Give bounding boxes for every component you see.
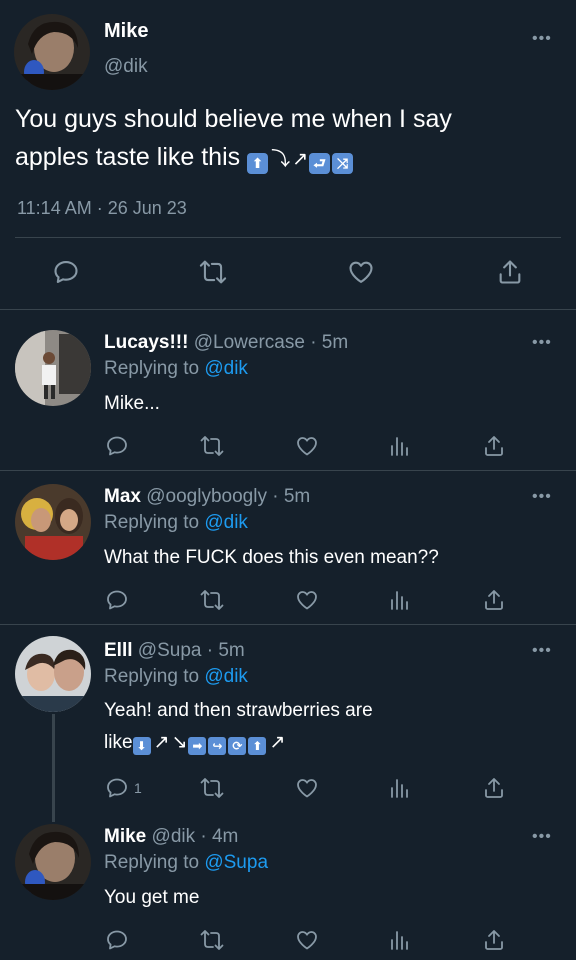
- avatar-max[interactable]: [15, 484, 91, 560]
- more-options-icon[interactable]: •••: [532, 829, 552, 845]
- share-icon[interactable]: [496, 258, 524, 286]
- reply-author-handle[interactable]: @dik · 4m: [152, 826, 239, 847]
- retweet-icon[interactable]: [198, 258, 228, 286]
- tweet-text: You guys should believe me when I say ap…: [15, 100, 565, 179]
- avatar-elll[interactable]: [15, 636, 91, 712]
- right-arrow-emoji-icon: ➡: [188, 737, 207, 755]
- reply-author-name[interactable]: Lucays!!!: [104, 332, 188, 353]
- replying-to: Replying to @dik: [104, 358, 248, 380]
- divider: [0, 309, 576, 310]
- replying-to-label: Replying to: [104, 666, 200, 687]
- share-icon[interactable]: [482, 588, 506, 612]
- reply-author-handle[interactable]: @Supa · 5m: [138, 640, 245, 661]
- divider: [0, 470, 576, 471]
- down-arrow-emoji-icon: ⬇: [132, 737, 151, 755]
- share-icon[interactable]: [482, 776, 506, 800]
- more-options-icon[interactable]: •••: [532, 335, 552, 351]
- up-right-arrow-icon: ↗: [153, 732, 170, 753]
- tweet-text-line2-text: apples taste like this: [15, 143, 241, 171]
- down-curve-arrow-icon: ⤵: [271, 149, 291, 170]
- hook-arrow-emoji-icon: ↪: [208, 737, 227, 755]
- share-icon[interactable]: [482, 434, 506, 458]
- reply-header: Elll @Supa · 5m: [104, 640, 245, 662]
- reply-text-line2-text: like: [104, 732, 133, 753]
- analytics-icon[interactable]: [389, 928, 411, 952]
- retweet-icon[interactable]: [199, 776, 225, 800]
- replying-to-label: Replying to: [104, 852, 200, 873]
- avatar-mike[interactable]: [14, 14, 90, 90]
- tweet-timestamp[interactable]: 11:14 AM · 26 Jun 23: [17, 198, 187, 219]
- reply-author-handle[interactable]: @Lowercase · 5m: [194, 332, 348, 353]
- down-right-arrow-icon: ↘: [171, 732, 188, 753]
- mention-link[interactable]: @dik: [204, 358, 248, 379]
- more-options-icon[interactable]: •••: [532, 643, 552, 659]
- reply-text: Mike...: [104, 393, 160, 414]
- like-icon[interactable]: [294, 776, 320, 800]
- return-arrow-emoji-icon: ⮐: [309, 153, 331, 174]
- reply-text: You get me: [104, 887, 200, 908]
- reply-author-handle[interactable]: @ooglyboogly · 5m: [146, 486, 310, 507]
- shuffle-emoji-icon: ⤨: [332, 153, 354, 174]
- replying-to: Replying to @dik: [104, 512, 248, 534]
- reply-icon[interactable]: [105, 588, 129, 612]
- reply-author-name[interactable]: Max: [104, 486, 141, 507]
- up-arrow-emoji-icon: ⬆: [247, 153, 269, 174]
- reply-header: Max @ooglyboogly · 5m: [104, 486, 310, 508]
- reply-author-name[interactable]: Elll: [104, 640, 133, 661]
- up-right-arrow-icon: ↗: [269, 732, 286, 753]
- more-options-icon[interactable]: •••: [532, 31, 552, 47]
- avatar-mike[interactable]: [15, 824, 91, 900]
- analytics-icon[interactable]: [389, 776, 411, 800]
- author-handle[interactable]: @dik: [104, 56, 148, 78]
- replying-to-label: Replying to: [104, 512, 200, 533]
- author-name[interactable]: Mike: [104, 20, 148, 43]
- reply-author-name[interactable]: Mike: [104, 826, 146, 847]
- reply-text: What the FUCK does this even mean??: [104, 547, 439, 568]
- divider: [15, 237, 561, 238]
- mention-link[interactable]: @dik: [204, 512, 248, 533]
- mention-link[interactable]: @dik: [204, 666, 248, 687]
- replying-to: Replying to @dik: [104, 666, 248, 688]
- analytics-icon[interactable]: [389, 434, 411, 458]
- thread-line: [52, 714, 55, 822]
- reply-icon[interactable]: [52, 258, 80, 286]
- reply-header: Mike @dik · 4m: [104, 826, 238, 848]
- like-icon[interactable]: [346, 258, 376, 286]
- reply-text-line1: Yeah! and then strawberries are: [104, 700, 373, 721]
- avatar-lucays[interactable]: [15, 330, 91, 406]
- tweet-text-line1: You guys should believe me when I say: [15, 105, 452, 133]
- reply-text: Yeah! and then strawberries are like ⬇ ↗ ↘ ➡…: [104, 695, 544, 759]
- divider: [0, 624, 576, 625]
- up-arrow-emoji-icon: ⬆: [248, 737, 267, 755]
- like-icon[interactable]: [294, 928, 320, 952]
- more-options-icon[interactable]: •••: [532, 489, 552, 505]
- mention-link[interactable]: @Supa: [204, 852, 268, 873]
- share-icon[interactable]: [482, 928, 506, 952]
- reply-count: 1: [134, 780, 142, 796]
- refresh-emoji-icon: ⟳: [228, 737, 247, 755]
- reply-icon[interactable]: [105, 928, 129, 952]
- like-icon[interactable]: [294, 434, 320, 458]
- reply-header: Lucays!!! @Lowercase · 5m: [104, 332, 348, 354]
- reply-icon[interactable]: [105, 434, 129, 458]
- reply-text-line2: like ⬇ ↗ ↘ ➡ ↪ ⟳ ⬆ ↗: [104, 727, 544, 759]
- like-icon[interactable]: [294, 588, 320, 612]
- reply-icon[interactable]: [105, 776, 129, 800]
- replying-to: Replying to @Supa: [104, 852, 268, 874]
- replying-to-label: Replying to: [104, 358, 200, 379]
- retweet-icon[interactable]: [199, 434, 225, 458]
- analytics-icon[interactable]: [389, 588, 411, 612]
- retweet-icon[interactable]: [199, 928, 225, 952]
- retweet-icon[interactable]: [199, 588, 225, 612]
- tweet-text-line2: apples taste like this ⬆ ⤵ ↗ ⮐ ⤨: [15, 138, 565, 179]
- up-right-arrow-icon: ↗: [292, 149, 309, 170]
